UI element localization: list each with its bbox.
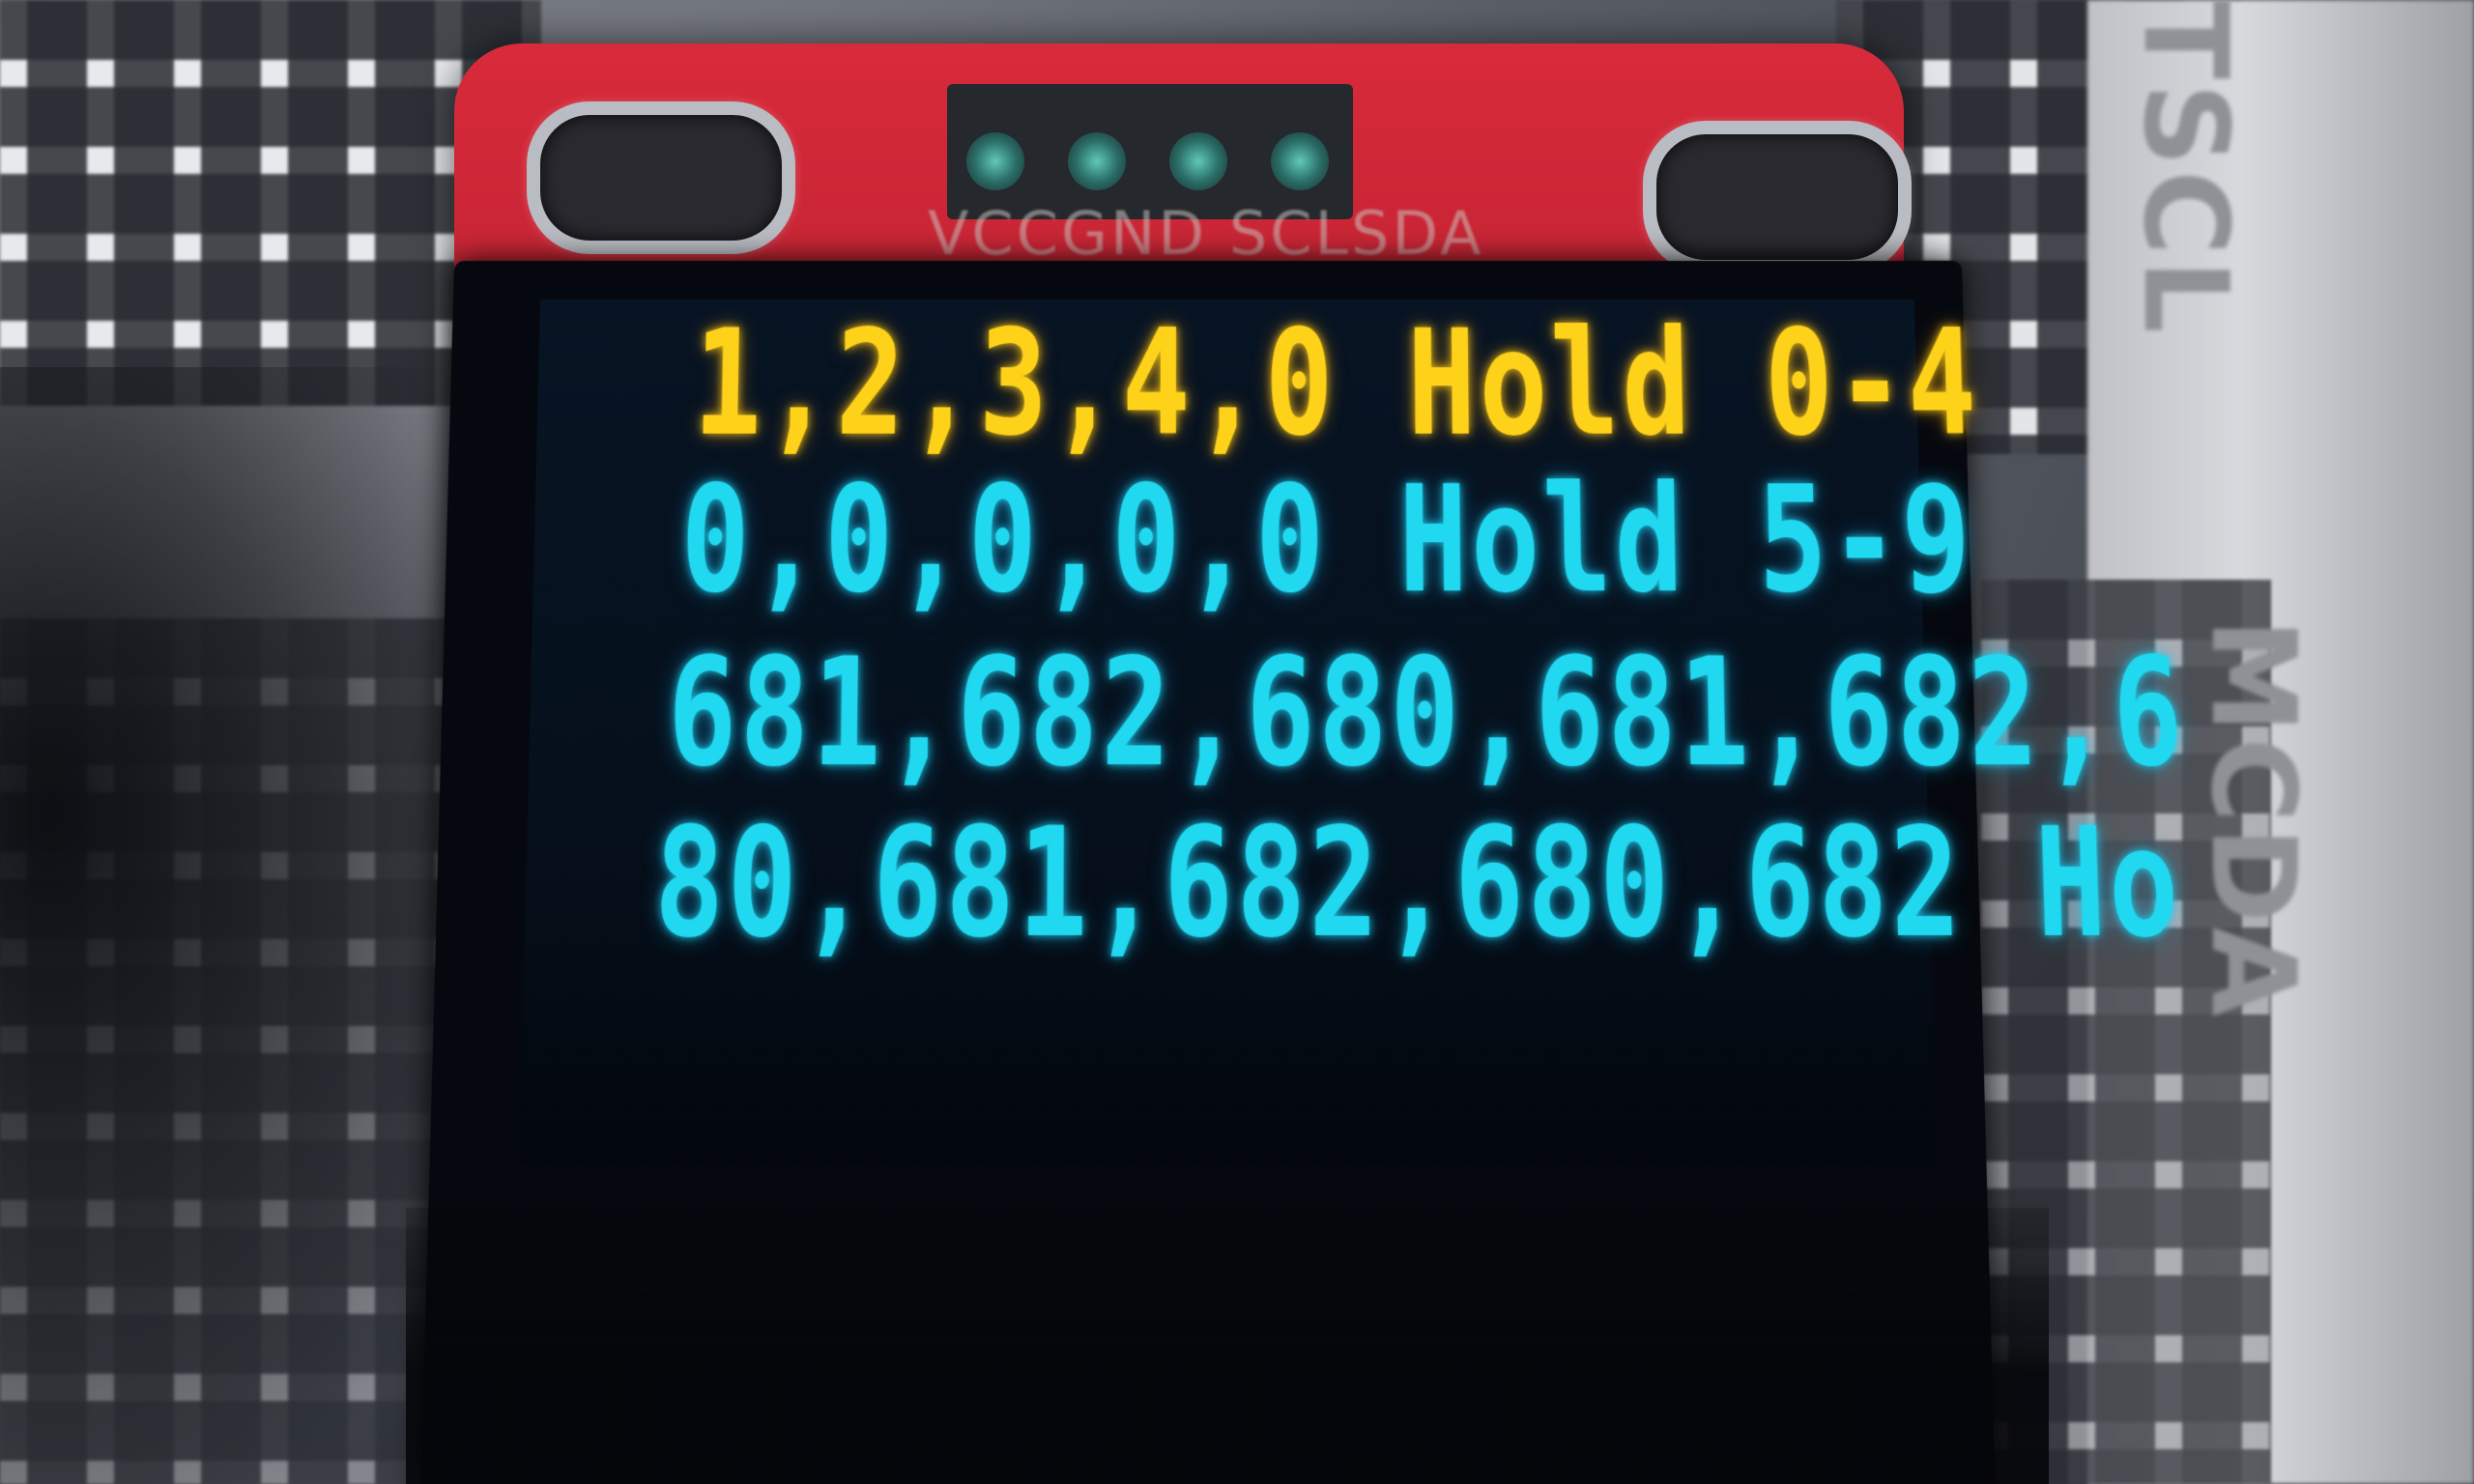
display-line-3: 681,682,680,681,682,6 [666, 627, 2188, 800]
rail-label-bottom: MCDA [2185, 618, 2319, 1020]
mount-hole-right [1643, 121, 1912, 273]
pin-labels: VCCGND SCLSDA [928, 198, 1483, 269]
rail-label-top: TSCL [2117, 0, 2252, 337]
display-line-2: 0,0,0,0,0 Hold 5-9 [679, 455, 1976, 626]
pin-scl [1169, 132, 1227, 190]
pin-sda [1271, 132, 1329, 190]
display-line-4: 80,681,682,680,682 Ho [653, 796, 2185, 971]
pin-vcc [966, 132, 1024, 190]
pin-gnd [1068, 132, 1126, 190]
photo-scene: TSCL MCDA VCCGND SCLSDA 1,2,3,4,0 Hold 0… [0, 0, 2474, 1484]
mount-hole-left [527, 101, 795, 254]
display-line-1: 1,2,3,4,0 Hold 0-4 [692, 300, 1981, 469]
oled-active-area: 1,2,3,4,0 Hold 0-4 0,0,0,0,0 Hold 5-9 68… [519, 300, 1937, 1167]
bottom-shadow [406, 1208, 2049, 1484]
